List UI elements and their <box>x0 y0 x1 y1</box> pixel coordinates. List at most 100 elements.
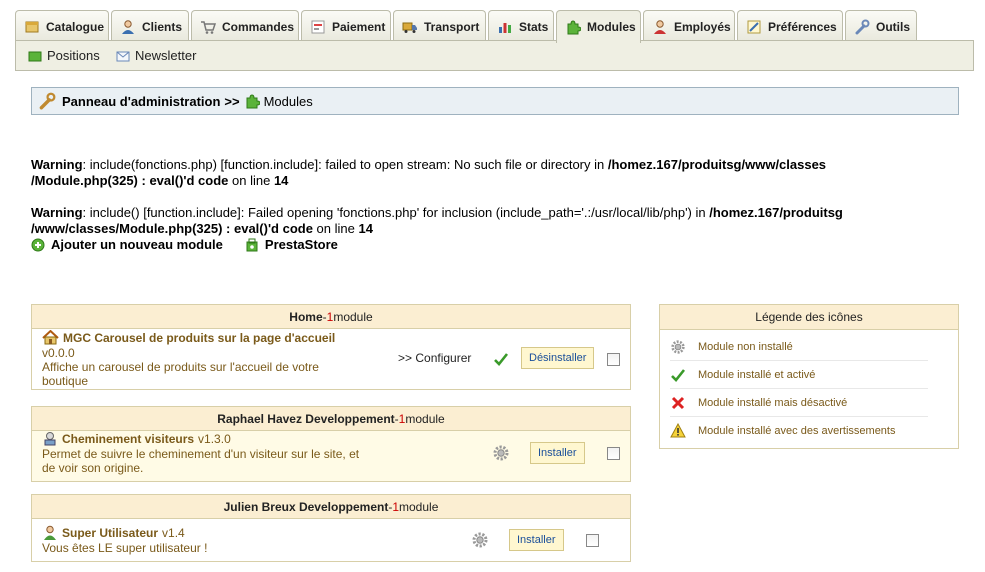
tab-label: Préférences <box>768 19 837 34</box>
puzzle-icon <box>567 20 581 35</box>
module-actions: Ajouter un nouveau module PrestaStore <box>31 237 338 252</box>
tab-outils[interactable]: Outils <box>845 10 917 42</box>
tab-label: Stats <box>519 19 549 34</box>
visitor-icon <box>44 432 56 446</box>
warning-icon <box>670 423 686 438</box>
warning-path: /www/classes/Module.php(325) : eval()'d … <box>31 221 313 236</box>
gear-icon <box>493 445 509 461</box>
puzzle-icon <box>246 94 260 109</box>
module-title: Cheminement visiteurs v1.3.0 <box>42 431 231 446</box>
breadcrumb-root[interactable]: Panneau d'administration <box>62 94 220 109</box>
cross-icon <box>671 396 685 409</box>
subnav-positions[interactable]: Positions <box>28 48 100 63</box>
prestastore-label: PrestaStore <box>264 237 338 252</box>
tab-preferences[interactable]: Préférences <box>737 10 843 42</box>
legend-label: Module installé mais désactivé <box>698 396 848 409</box>
home-icon <box>42 330 59 345</box>
install-button[interactable]: Installer <box>509 529 564 551</box>
user-icon <box>44 525 56 540</box>
module-description: Affiche un carousel de produits sur l'ac… <box>42 360 319 388</box>
module-checkbox[interactable] <box>586 534 599 547</box>
warning-line: 14 <box>358 221 373 236</box>
module-checkbox[interactable] <box>607 353 620 366</box>
warning-online: on line <box>228 173 274 188</box>
warning-label: Warning <box>31 205 83 220</box>
payment-icon <box>311 20 325 34</box>
module-version: v1.3.0 <box>198 431 231 446</box>
module-desc-line: Permet de suivre le cheminement d'un vis… <box>42 447 360 461</box>
module-group-home: Home - 1 module MGC Carousel de produits… <box>31 304 631 390</box>
tab-commandes[interactable]: Commandes <box>191 10 299 42</box>
module-desc-line: Affiche un carousel de produits sur l'ac… <box>42 360 319 374</box>
group-unit: module <box>399 499 439 514</box>
tab-label: Outils <box>876 19 911 34</box>
subnav-bar: Positions Newsletter <box>15 40 974 71</box>
group-name: Julien Breux Developpement <box>223 499 389 514</box>
legend-title: Légende des icônes <box>660 305 958 330</box>
truck-icon <box>402 22 417 33</box>
group-header: Julien Breux Developpement - 1 module <box>32 495 630 519</box>
module-desc-line: boutique <box>42 374 89 388</box>
store-icon <box>246 238 258 251</box>
breadcrumb-current: Modules <box>263 93 313 109</box>
tab-transport[interactable]: Transport <box>393 10 486 42</box>
module-row: Cheminement visiteurs v1.3.0 Permet de su… <box>32 431 630 481</box>
stats-icon <box>499 23 511 33</box>
positions-icon <box>28 51 42 61</box>
warning-path: /Module.php(325) : eval()'d code <box>31 173 229 188</box>
module-row: Super Utilisateur v1.4 Vous êtes LE super… <box>32 519 630 561</box>
subnav-newsletter[interactable]: Newsletter <box>116 48 196 63</box>
module-checkbox[interactable] <box>607 447 620 460</box>
group-header: Home - 1 module <box>32 305 630 329</box>
tab-catalogue[interactable]: Catalogue <box>15 10 109 42</box>
warning-message: : include(fonctions.php) [function.inclu… <box>82 157 608 172</box>
group-unit: module <box>405 411 445 426</box>
module-version: v0.0.0 <box>42 346 75 360</box>
warning-path: /homez.167/produitsg/www/classes <box>607 157 827 172</box>
add-icon <box>31 238 45 251</box>
tab-clients[interactable]: Clients <box>111 10 189 42</box>
wrench-icon <box>39 92 56 110</box>
tab-label: Paiement <box>332 19 386 34</box>
module-group-julien-breux: Julien Breux Developpement - 1 module Su… <box>31 494 631 562</box>
check-icon <box>671 368 686 382</box>
module-title: MGC Carousel de produits sur la page d'a… <box>42 330 335 345</box>
legend-label: Module installé avec des avertissements <box>698 425 896 437</box>
module-name: MGC Carousel de produits sur la page d'a… <box>63 330 336 345</box>
breadcrumb-separator: >> <box>224 93 240 109</box>
tab-employes[interactable]: Employés <box>643 10 735 42</box>
cart-icon <box>201 21 216 34</box>
catalogue-icon <box>25 21 39 33</box>
php-warning: Warning: include(fonctions.php) [functio… <box>31 157 826 189</box>
legend-item: Module non installé <box>670 333 928 361</box>
warning-message: : include() [function.include]: Failed o… <box>82 205 710 220</box>
subnav-label: Newsletter <box>135 48 197 63</box>
tab-label: Modules <box>587 20 636 34</box>
legend-label: Module non installé <box>698 340 793 353</box>
group-name: Home <box>289 309 323 324</box>
module-name: Cheminement visiteurs <box>62 431 195 446</box>
tab-modules[interactable]: Modules <box>556 10 641 43</box>
subnav-label: Positions <box>47 48 100 63</box>
group-unit: module <box>333 309 373 324</box>
warning-line: 14 <box>273 173 289 188</box>
tab-paiement[interactable]: Paiement <box>301 10 391 42</box>
tab-stats[interactable]: Stats <box>488 10 554 42</box>
configure-link[interactable]: >> Configurer <box>398 351 471 365</box>
module-desc-line: de voir son origine. <box>42 461 144 475</box>
add-module-link[interactable]: Ajouter un nouveau module <box>31 237 223 252</box>
legend-item: Module installé mais désactivé <box>670 389 928 417</box>
uninstall-button[interactable]: Désinstaller <box>521 347 595 369</box>
prestastore-link[interactable]: PrestaStore <box>245 237 338 252</box>
warning-label: Warning <box>31 157 83 172</box>
group-header: Raphael Havez Developpement - 1 module <box>32 407 630 431</box>
employee-icon <box>654 20 666 34</box>
gear-icon <box>671 339 685 354</box>
module-title: Super Utilisateur v1.4 <box>42 525 185 540</box>
module-name: Super Utilisateur <box>62 525 159 540</box>
tab-label: Transport <box>424 19 480 34</box>
install-button[interactable]: Installer <box>530 442 585 464</box>
warning-online: on line <box>312 221 359 236</box>
module-row: MGC Carousel de produits sur la page d'a… <box>32 329 630 389</box>
module-version: v1.4 <box>162 525 185 540</box>
